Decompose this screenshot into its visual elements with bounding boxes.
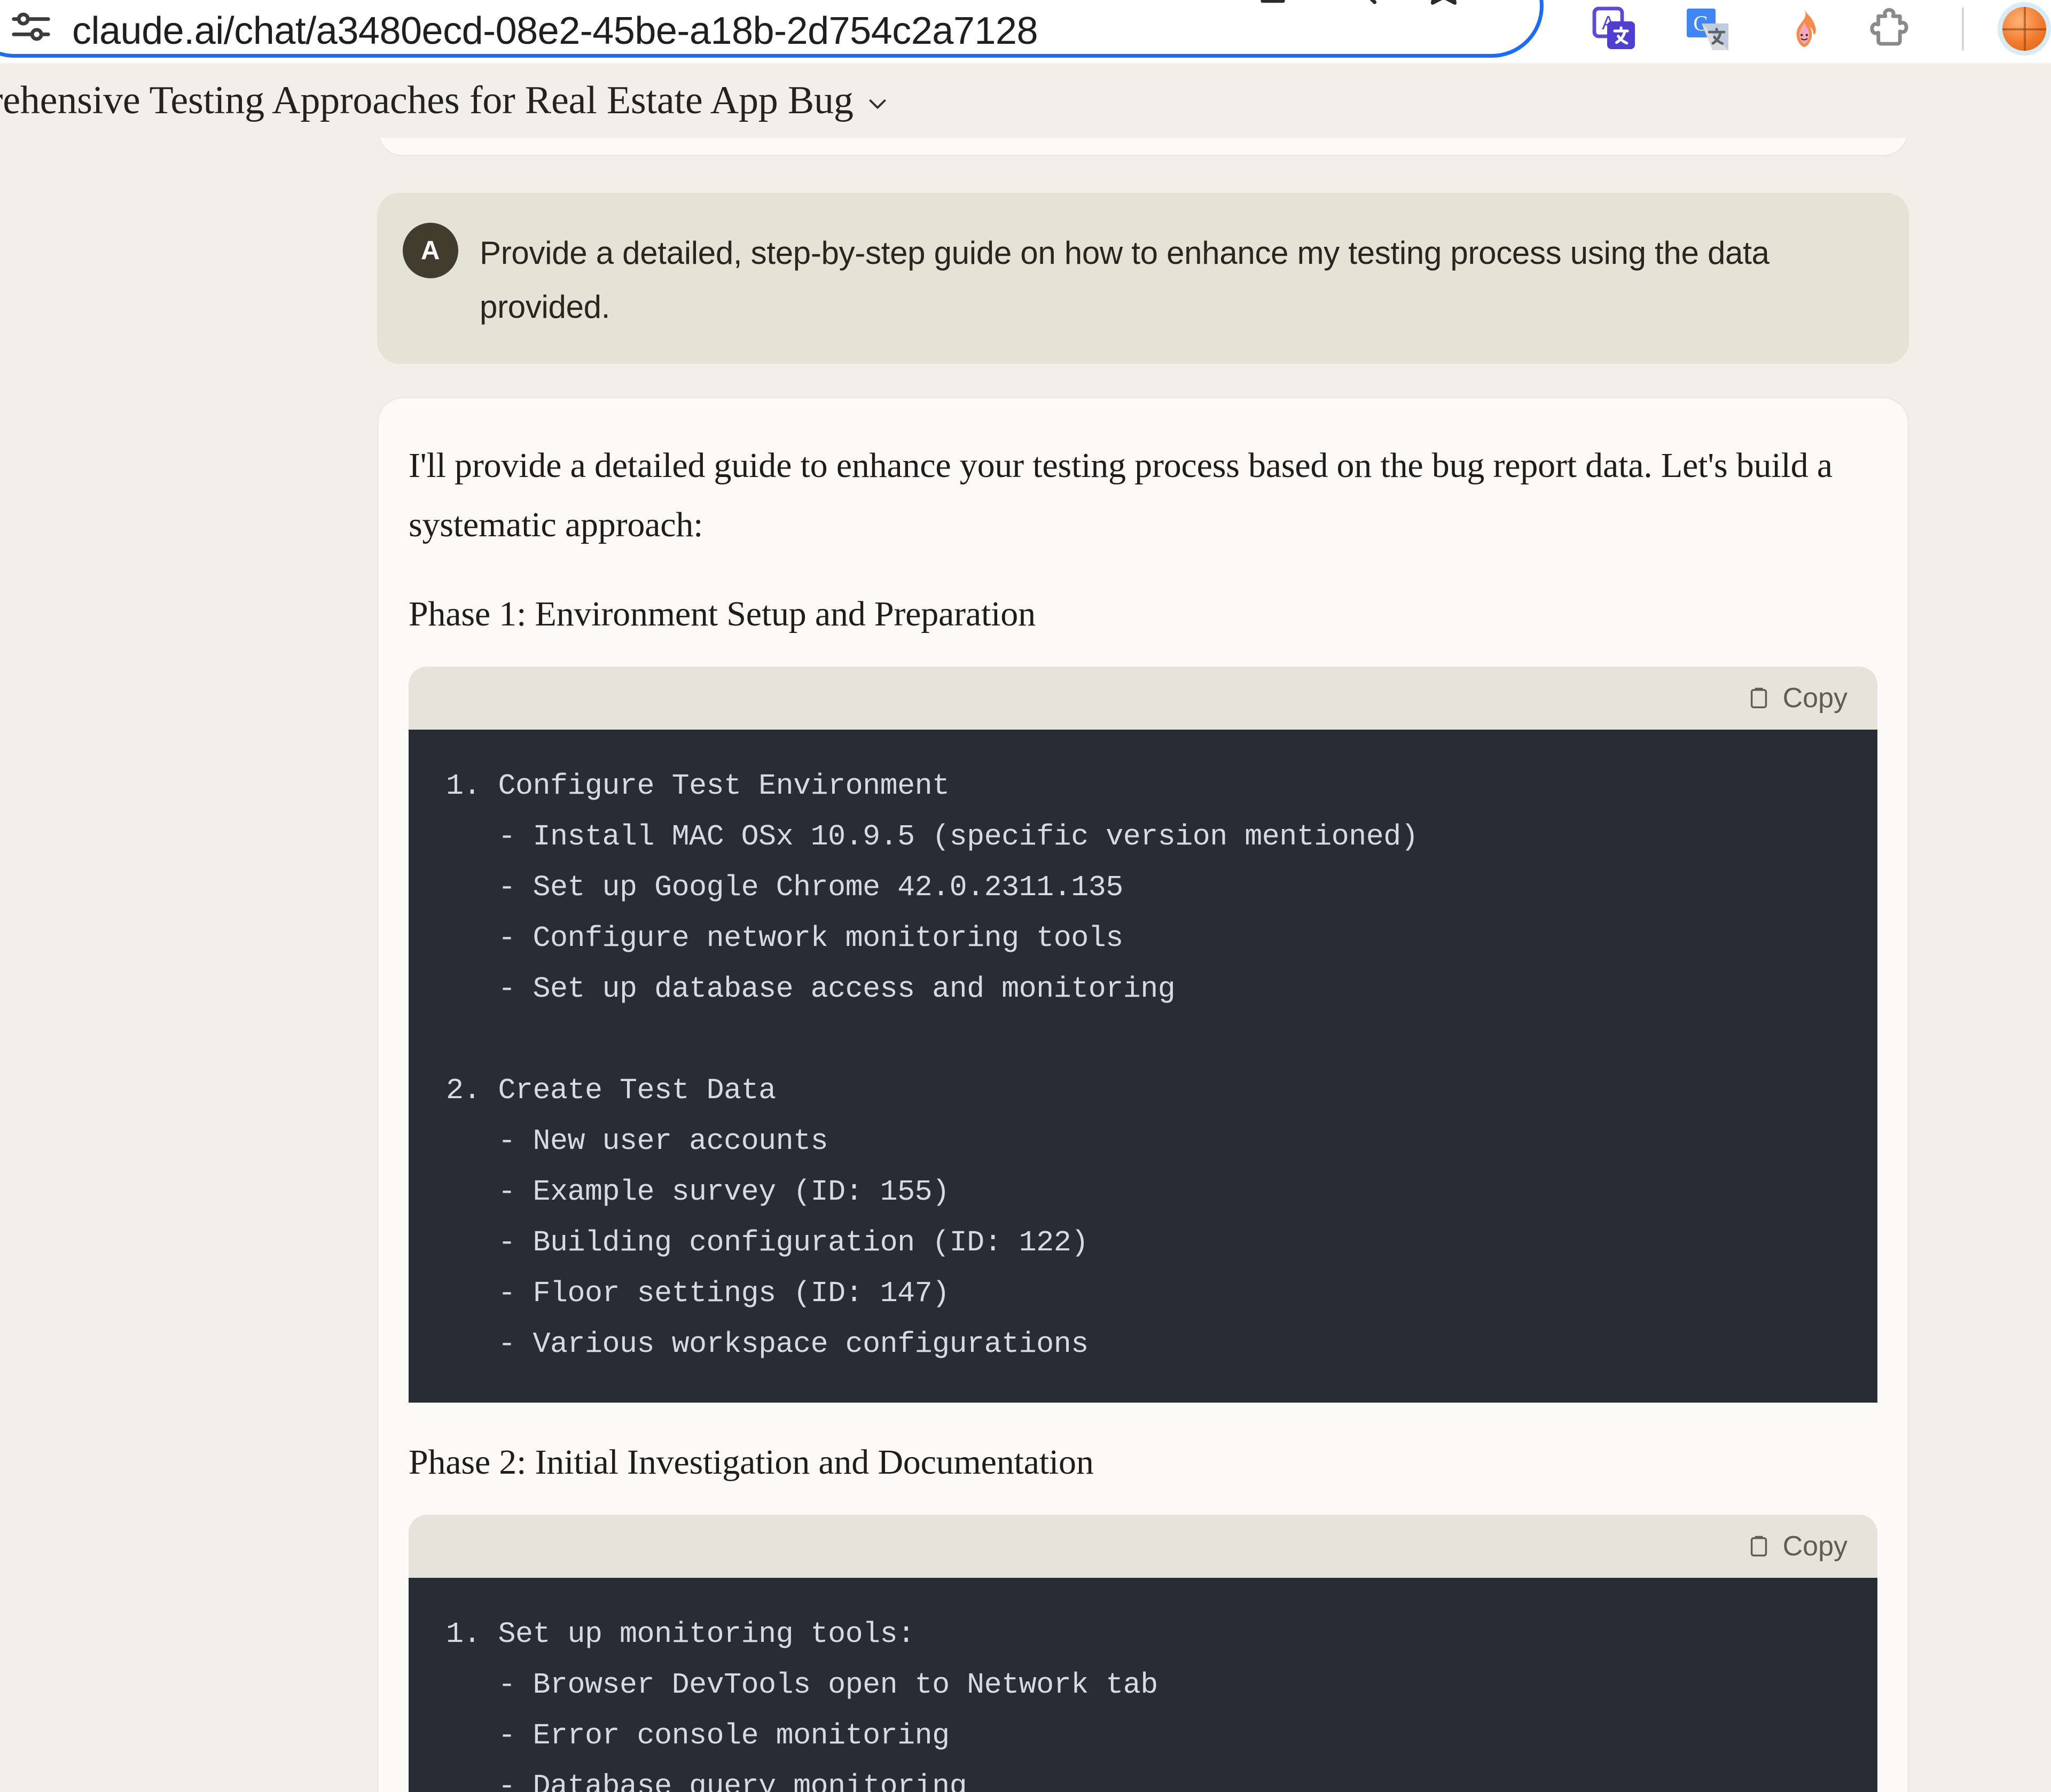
address-bar[interactable]: claude.ai/chat/a3480ecd-08e2-45be-a18b-2… xyxy=(0,0,1544,58)
page-title: prehensive Testing Approaches for Real E… xyxy=(0,78,854,123)
assistant-intro-paragraph: I'll provide a detailed guide to enhance… xyxy=(409,436,1877,554)
avatar: A xyxy=(403,223,458,278)
phase-2-heading: Phase 2: Initial Investigation and Docum… xyxy=(409,1436,1877,1489)
clipboard-icon xyxy=(1747,686,1771,710)
code-block-phase-2: Copy 1. Set up monitoring tools: - Brows… xyxy=(409,1515,1877,1792)
code-content[interactable]: 1. Set up monitoring tools: - Browser De… xyxy=(409,1578,1877,1792)
phase-1-heading: Phase 1: Environment Setup and Preparati… xyxy=(409,588,1877,641)
chevron-down-icon[interactable] xyxy=(865,91,890,116)
copy-button[interactable]: Copy xyxy=(1747,1530,1848,1562)
profile-avatar[interactable] xyxy=(1998,2,2051,56)
translate-purple-icon[interactable]: A xyxy=(1589,4,1640,56)
address-bar-inner: claude.ai/chat/a3480ecd-08e2-45be-a18b-2… xyxy=(0,0,1547,61)
browser-chrome: claude.ai/chat/a3480ecd-08e2-45be-a18b-2… xyxy=(0,0,2051,63)
page-settings-icon[interactable] xyxy=(8,4,54,50)
bookmark-star-icon[interactable] xyxy=(1419,0,1468,11)
google-translate-icon[interactable]: G xyxy=(1682,4,1734,56)
chat-title-dropdown[interactable]: prehensive Testing Approaches for Real E… xyxy=(0,78,890,123)
code-block-header: Copy xyxy=(409,1515,1877,1578)
assistant-message: I'll provide a detailed guide to enhance… xyxy=(377,397,1909,1792)
code-block-header: Copy xyxy=(409,667,1877,730)
conversation-scroll-area[interactable]: A Provide a detailed, step-by-step guide… xyxy=(0,138,2051,1792)
page-header: prehensive Testing Approaches for Real E… xyxy=(0,63,2051,138)
toolbar-divider xyxy=(1962,7,1964,50)
install-app-icon[interactable] xyxy=(1248,0,1297,11)
url-text: claude.ai/chat/a3480ecd-08e2-45be-a18b-2… xyxy=(72,9,1038,53)
flame-icon[interactable] xyxy=(1779,4,1830,56)
copy-button-label: Copy xyxy=(1783,1530,1848,1562)
copy-button[interactable]: Copy xyxy=(1747,682,1848,714)
user-message-text: Provide a detailed, step-by-step guide o… xyxy=(480,221,1872,334)
puzzle-icon[interactable] xyxy=(1864,4,1915,56)
copy-button-label: Copy xyxy=(1783,682,1848,714)
code-block-phase-1: Copy 1. Configure Test Environment - Ins… xyxy=(409,667,1877,1403)
zoom-out-icon[interactable] xyxy=(1334,0,1383,11)
message-thread: A Provide a detailed, step-by-step guide… xyxy=(377,138,1909,1792)
previous-message-card-fragment xyxy=(377,138,1909,156)
clipboard-icon xyxy=(1747,1534,1771,1559)
code-content[interactable]: 1. Configure Test Environment - Install … xyxy=(409,730,1877,1403)
user-message: A Provide a detailed, step-by-step guide… xyxy=(377,193,1909,364)
